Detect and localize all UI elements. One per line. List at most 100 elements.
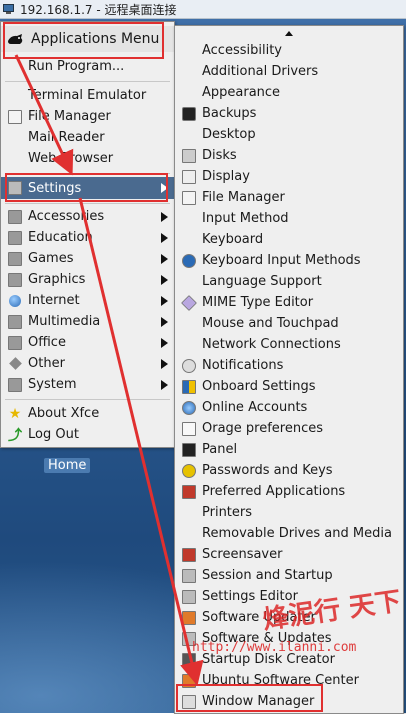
menu-item-label: Mail Reader — [28, 130, 105, 145]
menu-item-accessories[interactable]: Accessories — [1, 206, 174, 227]
window-title: 192.168.1.7 - 远程桌面连接 — [20, 2, 177, 17]
settings-icon — [8, 181, 22, 195]
settings-item-printers[interactable]: Printers — [175, 502, 403, 523]
settings-item-appearance[interactable]: Appearance — [175, 82, 403, 103]
settings-item-panel[interactable]: Panel — [175, 439, 403, 460]
file-manager-icon — [182, 190, 196, 205]
settings-item-label: Session and Startup — [202, 568, 333, 583]
settings-item-network-connections[interactable]: Network Connections — [175, 334, 403, 355]
scroll-up-arrow[interactable] — [175, 26, 403, 40]
settings-item-keyboard[interactable]: Keyboard — [175, 229, 403, 250]
settings-item-notifications[interactable]: Notifications — [175, 355, 403, 376]
submenu-arrow-icon — [161, 337, 168, 348]
settings-item-desktop[interactable]: Desktop — [175, 124, 403, 145]
menu-item-terminal-emulator[interactable]: Terminal Emulator — [1, 85, 174, 106]
submenu-arrow-icon — [161, 295, 168, 306]
applications-menu-title: Applications Menu — [31, 31, 160, 47]
menu-item-settings[interactable]: Settings — [1, 177, 174, 199]
screensaver-icon — [182, 547, 196, 562]
menu-item-label: Internet — [28, 293, 80, 308]
settings-item-label: Backups — [202, 106, 257, 121]
remote-desktop-icon — [3, 3, 14, 14]
settings-item-label: Window Manager — [202, 694, 315, 709]
settings-item-accessibility[interactable]: Accessibility — [175, 40, 403, 61]
settings-item-passwords-and-keys[interactable]: Passwords and Keys — [175, 460, 403, 481]
passwords-and-keys-icon — [182, 463, 196, 478]
settings-item-online-accounts[interactable]: Online Accounts — [175, 397, 403, 418]
graphics-icon — [8, 272, 22, 287]
submenu-arrow-icon — [161, 274, 168, 285]
menu-item-label: Log Out — [28, 427, 79, 442]
window-manager-icon — [182, 694, 196, 709]
settings-item-label: Disks — [202, 148, 237, 163]
settings-item-language-support[interactable]: Language Support — [175, 271, 403, 292]
xfce-mouse-icon — [7, 32, 25, 46]
settings-item-label: Keyboard — [202, 232, 264, 247]
settings-item-input-method[interactable]: Input Method — [175, 208, 403, 229]
menu-item-office[interactable]: Office — [1, 332, 174, 353]
menu-item-label: Settings — [28, 180, 82, 196]
settings-item-window-manager[interactable]: Window Manager — [175, 691, 403, 712]
settings-item-keyboard-input-methods[interactable]: Keyboard Input Methods — [175, 250, 403, 271]
multimedia-icon — [8, 314, 22, 329]
menu-item-about-xfce[interactable]: ★ About Xfce — [1, 403, 174, 424]
keyboard-input-methods-icon — [182, 253, 196, 268]
menu-separator — [5, 81, 170, 82]
settings-item-preferred-applications[interactable]: Preferred Applications — [175, 481, 403, 502]
menu-item-other[interactable]: Other — [1, 353, 174, 374]
applications-menu: Applications Menu Run Program... Termina… — [0, 21, 175, 448]
office-icon — [8, 335, 22, 350]
menu-item-log-out[interactable]: ⤴ Log Out — [1, 424, 174, 445]
menu-item-multimedia[interactable]: Multimedia — [1, 311, 174, 332]
menu-item-file-manager[interactable]: File Manager — [1, 106, 174, 127]
menu-item-label: Education — [28, 230, 93, 245]
settings-item-additional-drivers[interactable]: Additional Drivers — [175, 61, 403, 82]
settings-item-disks[interactable]: Disks — [175, 145, 403, 166]
star-icon: ★ — [8, 405, 22, 422]
remote-desktop-titlebar: 192.168.1.7 - 远程桌面连接 — [0, 0, 406, 19]
settings-item-removable-drives-and-media[interactable]: Removable Drives and Media — [175, 523, 403, 544]
education-icon — [8, 230, 22, 245]
settings-item-display[interactable]: Display — [175, 166, 403, 187]
settings-item-screensaver[interactable]: Screensaver — [175, 544, 403, 565]
settings-item-onboard-settings[interactable]: Onboard Settings — [175, 376, 403, 397]
settings-item-label: Onboard Settings — [202, 379, 316, 394]
panel-icon — [182, 442, 196, 457]
menu-item-label: System — [28, 377, 77, 392]
menu-item-mail-reader[interactable]: Mail Reader — [1, 127, 174, 148]
settings-item-backups[interactable]: Backups — [175, 103, 403, 124]
settings-item-orage-preferences[interactable]: Orage preferences — [175, 418, 403, 439]
settings-item-ubuntu-software-center[interactable]: Ubuntu Software Center — [175, 670, 403, 691]
settings-item-label: Language Support — [202, 274, 322, 289]
settings-item-file-manager[interactable]: File Manager — [175, 187, 403, 208]
menu-item-web-browser[interactable]: Web Browser — [1, 148, 174, 169]
settings-item-label: Display — [202, 169, 250, 184]
menu-item-education[interactable]: Education — [1, 227, 174, 248]
menu-item-run-program[interactable]: Run Program... — [1, 56, 174, 77]
settings-item-session-and-startup[interactable]: Session and Startup — [175, 565, 403, 586]
settings-item-mouse-and-touchpad[interactable]: Mouse and Touchpad — [175, 313, 403, 334]
mime-type-editor-icon — [181, 294, 197, 311]
settings-item-label: Removable Drives and Media — [202, 526, 392, 541]
other-icon — [8, 357, 22, 371]
settings-item-label: Desktop — [202, 127, 256, 142]
settings-item-label: Orage preferences — [202, 421, 324, 436]
menu-item-games[interactable]: Games — [1, 248, 174, 269]
internet-icon — [8, 294, 22, 308]
settings-item-mime-type-editor[interactable]: MIME Type Editor — [175, 292, 403, 313]
menu-item-system[interactable]: System — [1, 374, 174, 395]
system-icon — [8, 377, 22, 392]
menu-separator — [5, 203, 170, 204]
desktop-home-label[interactable]: Home — [44, 458, 91, 473]
menu-item-label: Graphics — [28, 272, 86, 287]
applications-menu-header[interactable]: Applications Menu — [1, 26, 174, 52]
logout-icon: ⤴ — [8, 427, 22, 444]
ubuntu-software-center-icon — [182, 673, 196, 688]
menu-item-label: File Manager — [28, 109, 111, 124]
software-updater-icon — [182, 610, 196, 625]
settings-item-label: Passwords and Keys — [202, 463, 333, 478]
online-accounts-icon — [182, 400, 196, 415]
menu-item-internet[interactable]: Internet — [1, 290, 174, 311]
menu-item-graphics[interactable]: Graphics — [1, 269, 174, 290]
submenu-arrow-icon — [161, 379, 168, 390]
